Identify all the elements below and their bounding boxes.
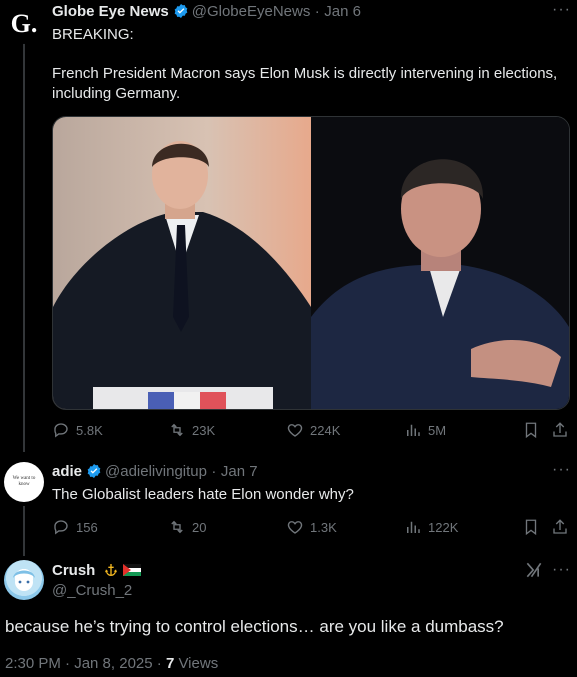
- retweet-icon: [171, 520, 183, 534]
- views-chart-icon: [407, 521, 420, 533]
- like-count: 224K: [310, 422, 341, 438]
- views-button[interactable]: 5M: [404, 421, 446, 439]
- share-icon[interactable]: [551, 421, 569, 439]
- like-button[interactable]: 1.3K: [286, 518, 337, 536]
- tweet-media[interactable]: [52, 116, 570, 410]
- views-chart-icon: [407, 424, 420, 436]
- media-photo-musk: [311, 117, 569, 409]
- author-name[interactable]: adie: [52, 463, 82, 480]
- palestine-flag-icon: [123, 564, 142, 576]
- avatar-text: We want to know: [12, 476, 36, 487]
- retweet-count: 20: [192, 519, 207, 535]
- tweet-text: The Globalist leaders hate Elon wonder w…: [52, 486, 354, 503]
- more-options-icon[interactable]: ···: [552, 1, 571, 19]
- reply-count: 5.8K: [76, 422, 103, 438]
- like-count: 1.3K: [310, 519, 337, 535]
- avatar-globe-eye-news[interactable]: G.: [4, 4, 44, 44]
- retweet-count: 23K: [192, 422, 216, 438]
- tweet-header: Globe Eye News @GlobeEyeNews · Jan 6: [52, 3, 361, 21]
- heart-icon: [287, 521, 303, 534]
- tweet-text-line: French President Macron says Elon Musk i…: [52, 65, 558, 82]
- author-handle[interactable]: @GlobeEyeNews: [192, 3, 311, 20]
- tweet-text-line: BREAKING:: [52, 26, 134, 43]
- avatar-letter: G.: [10, 9, 38, 38]
- reply-count: 156: [76, 519, 98, 535]
- separator-dot: ·: [314, 3, 320, 20]
- bookmark-icon[interactable]: [522, 518, 540, 536]
- author-name[interactable]: Globe Eye News: [52, 3, 169, 20]
- retweet-button[interactable]: 20: [168, 518, 206, 536]
- main-tweet-text: because he’s trying to control elections…: [5, 617, 504, 636]
- separator-dot: ·: [211, 463, 217, 480]
- views-button[interactable]: 122K: [404, 518, 458, 536]
- author-name[interactable]: Crush: [52, 562, 95, 579]
- more-options-icon[interactable]: ···: [552, 561, 571, 579]
- thread-line: [23, 42, 25, 452]
- tweet-meta: 2:30 PM · Jan 8, 2025 · 7 Views: [5, 655, 218, 672]
- avatar-adie[interactable]: We want to know: [4, 462, 44, 502]
- avatar-crush[interactable]: [4, 560, 44, 600]
- author-handle[interactable]: @_Crush_2: [52, 582, 132, 599]
- views-count: 122K: [428, 519, 459, 535]
- media-photo-macron: [53, 117, 311, 409]
- tweet-date[interactable]: Jan 7: [221, 463, 258, 480]
- reply-button[interactable]: 5.8K: [52, 421, 103, 439]
- share-icon[interactable]: [551, 518, 569, 536]
- avatar-character-icon: [13, 570, 35, 591]
- verified-badge-icon: [174, 4, 188, 18]
- author-row: Crush: [52, 562, 142, 580]
- timestamp[interactable]: 2:30 PM · Jan 8, 2025 ·: [5, 655, 162, 672]
- views-number: 7: [165, 655, 175, 672]
- views-label: Views: [178, 655, 219, 672]
- like-button[interactable]: 224K: [286, 421, 340, 439]
- views-count: 5M: [428, 422, 447, 438]
- author-handle[interactable]: @adielivingitup: [105, 463, 207, 480]
- retweet-icon: [171, 423, 183, 437]
- bookmark-icon[interactable]: [522, 421, 540, 439]
- more-options-icon[interactable]: ···: [552, 461, 571, 479]
- verified-badge-icon: [87, 464, 101, 478]
- tweet-text-line: including Germany.: [52, 85, 181, 102]
- retweet-button[interactable]: 23K: [168, 421, 215, 439]
- heart-icon: [287, 424, 303, 437]
- reply-button[interactable]: 156: [52, 518, 98, 536]
- anchor-emoji-icon: [104, 564, 117, 576]
- grok-icon[interactable]: [524, 560, 544, 580]
- reply-icon: [54, 520, 68, 535]
- reply-icon: [54, 423, 68, 438]
- tweet-date[interactable]: Jan 6: [324, 3, 361, 20]
- thread-line: [23, 506, 25, 556]
- tweet-header: adie @adielivingitup · Jan 7: [52, 463, 258, 481]
